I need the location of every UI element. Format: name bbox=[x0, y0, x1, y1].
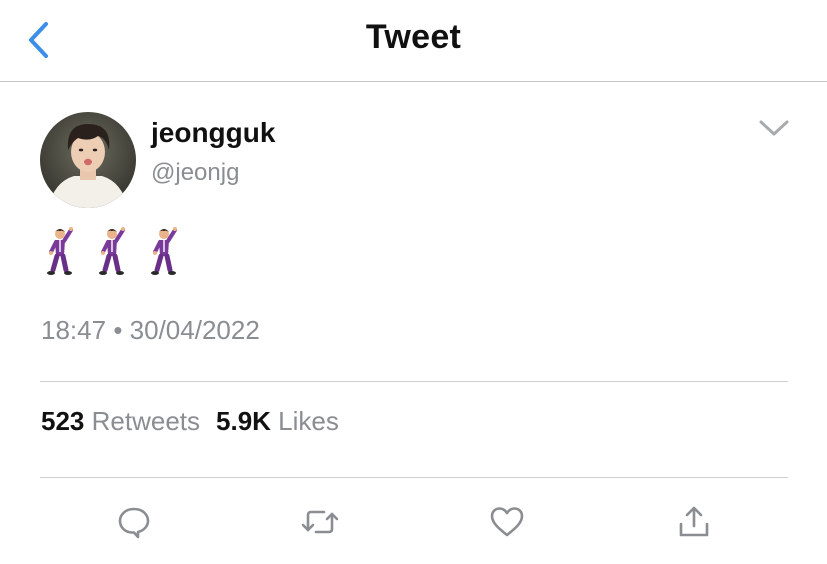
author-name[interactable]: jeongguk bbox=[151, 117, 275, 149]
reply-button[interactable] bbox=[112, 500, 156, 544]
man-dancing-icon bbox=[99, 227, 125, 275]
divider bbox=[40, 381, 788, 382]
retweets-label: Retweets bbox=[91, 406, 201, 436]
page-title: Tweet bbox=[365, 18, 462, 56]
retweets-stat[interactable]: 523 Retweets bbox=[41, 406, 200, 436]
tweet-detail-screen: Tweet jeongguk @jeonjg 18:47 • 30/04/202… bbox=[0, 0, 827, 564]
tweet-stats: 523 Retweets 5.9K Likes bbox=[41, 406, 339, 437]
heart-icon bbox=[490, 507, 524, 537]
author-handle[interactable]: @jeonjg bbox=[151, 159, 239, 187]
divider bbox=[40, 477, 788, 478]
timestamp-separator: • bbox=[113, 315, 123, 345]
likes-label: Likes bbox=[278, 406, 339, 436]
retweet-icon bbox=[301, 510, 339, 534]
avatar-image bbox=[40, 112, 136, 208]
tweet-time: 18:47 bbox=[41, 315, 107, 345]
tweet-timestamp: 18:47 • 30/04/2022 bbox=[41, 315, 260, 346]
tweet-date: 30/04/2022 bbox=[129, 315, 260, 345]
navigation-bar: Tweet bbox=[0, 0, 827, 82]
chevron-down-icon bbox=[759, 120, 789, 136]
share-icon bbox=[679, 506, 709, 537]
man-dancing-icon bbox=[151, 227, 177, 275]
likes-stat[interactable]: 5.9K Likes bbox=[216, 406, 339, 436]
avatar[interactable] bbox=[40, 112, 136, 208]
reply-icon bbox=[118, 507, 150, 539]
likes-count: 5.9K bbox=[216, 406, 271, 436]
retweet-button[interactable] bbox=[298, 500, 342, 544]
tweet-text bbox=[44, 226, 180, 278]
share-button[interactable] bbox=[672, 500, 716, 544]
like-button[interactable] bbox=[485, 500, 529, 544]
retweets-count: 523 bbox=[41, 406, 85, 436]
tweet-menu-button[interactable] bbox=[754, 112, 794, 144]
man-dancing-icon bbox=[47, 227, 73, 275]
